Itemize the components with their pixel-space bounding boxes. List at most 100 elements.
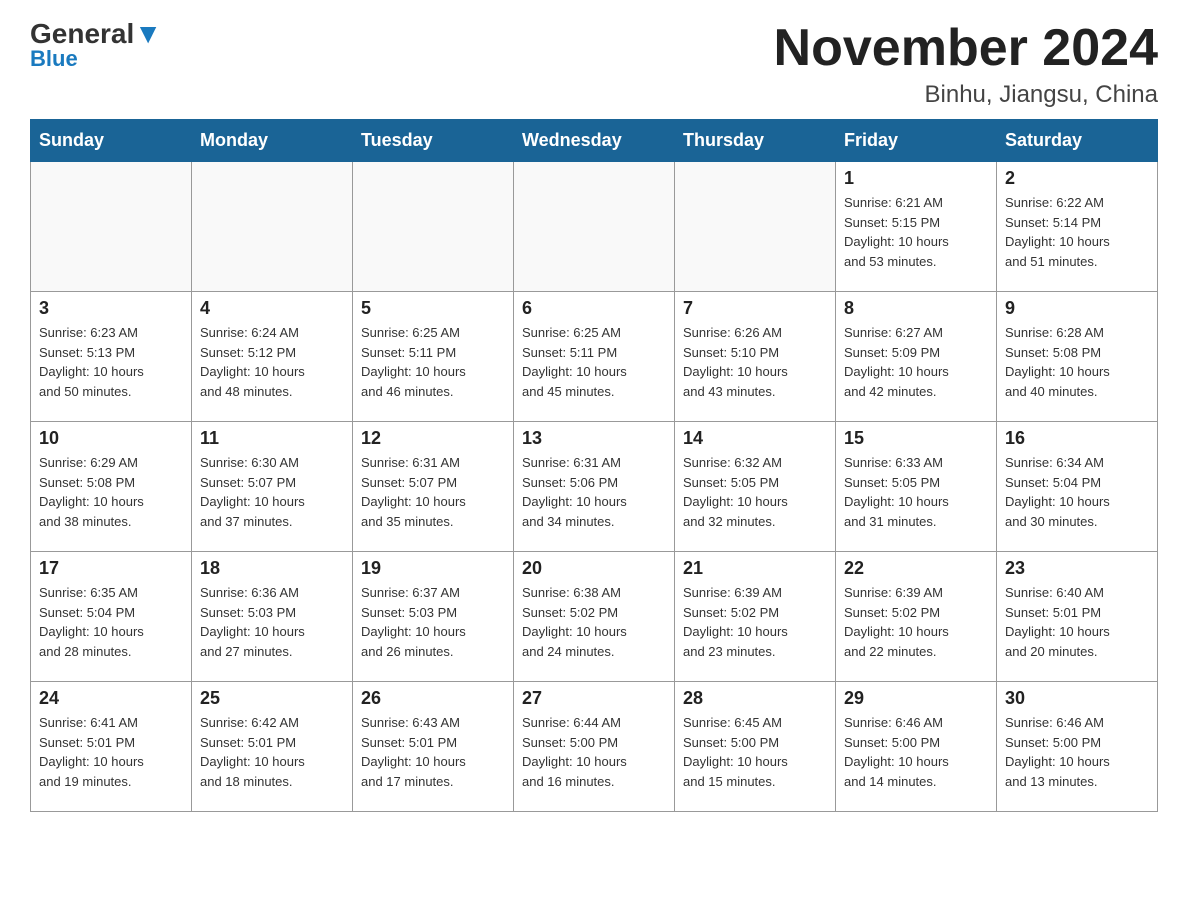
logo-arrow-icon: ▼ [134, 18, 162, 49]
col-monday: Monday [192, 120, 353, 162]
calendar-day-cell: 26 Sunrise: 6:43 AMSunset: 5:01 PMDayligh… [353, 682, 514, 812]
day-info: Sunrise: 6:38 AMSunset: 5:02 PMDaylight:… [522, 583, 666, 661]
day-info: Sunrise: 6:39 AMSunset: 5:02 PMDaylight:… [683, 583, 827, 661]
calendar-day-cell: 2Sunrise: 6:22 AMSunset: 5:14 PMDaylight… [997, 162, 1158, 292]
calendar-day-cell: 11 Sunrise: 6:30 AMSunset: 5:07 PMDayligh… [192, 422, 353, 552]
calendar-day-cell: 25 Sunrise: 6:42 AMSunset: 5:01 PMDayligh… [192, 682, 353, 812]
day-info: Sunrise: 6:27 AMSunset: 5:09 PMDaylight:… [844, 323, 988, 401]
day-info: Sunrise: 6:25 AMSunset: 5:11 PMDaylight:… [522, 323, 666, 401]
day-info: Sunrise: 6:36 AMSunset: 5:03 PMDaylight:… [200, 583, 344, 661]
day-number: 12 [361, 428, 505, 449]
calendar-day-cell: 9 Sunrise: 6:28 AMSunset: 5:08 PMDaylight… [997, 292, 1158, 422]
calendar-week-row: 17Sunrise: 6:35 AMSunset: 5:04 PMDayligh… [31, 552, 1158, 682]
col-friday: Friday [836, 120, 997, 162]
calendar-week-row: 24Sunrise: 6:41 AMSunset: 5:01 PMDayligh… [31, 682, 1158, 812]
day-number: 24 [39, 688, 183, 709]
day-info: Sunrise: 6:39 AMSunset: 5:02 PMDaylight:… [844, 583, 988, 661]
day-info: Sunrise: 6:42 AMSunset: 5:01 PMDaylight:… [200, 713, 344, 791]
col-wednesday: Wednesday [514, 120, 675, 162]
calendar-day-cell: 16Sunrise: 6:34 AMSunset: 5:04 PMDayligh… [997, 422, 1158, 552]
day-number: 15 [844, 428, 988, 449]
day-number: 18 [200, 558, 344, 579]
day-info: Sunrise: 6:24 AMSunset: 5:12 PMDaylight:… [200, 323, 344, 401]
calendar-week-row: 10Sunrise: 6:29 AMSunset: 5:08 PMDayligh… [31, 422, 1158, 552]
day-info: Sunrise: 6:46 AMSunset: 5:00 PMDaylight:… [844, 713, 988, 791]
day-info: Sunrise: 6:28 AMSunset: 5:08 PMDaylight:… [1005, 323, 1149, 401]
day-info: Sunrise: 6:29 AMSunset: 5:08 PMDaylight:… [39, 453, 183, 531]
day-number: 30 [1005, 688, 1149, 709]
calendar-day-cell: 8 Sunrise: 6:27 AMSunset: 5:09 PMDaylight… [836, 292, 997, 422]
calendar-day-cell [192, 162, 353, 292]
logo-general-text: General▼ [30, 20, 162, 48]
day-info: Sunrise: 6:35 AMSunset: 5:04 PMDaylight:… [39, 583, 183, 661]
day-number: 14 [683, 428, 827, 449]
calendar-week-row: 3 Sunrise: 6:23 AMSunset: 5:13 PMDaylight… [31, 292, 1158, 422]
day-number: 27 [522, 688, 666, 709]
day-number: 25 [200, 688, 344, 709]
day-info: Sunrise: 6:32 AMSunset: 5:05 PMDaylight:… [683, 453, 827, 531]
calendar-day-cell: 17Sunrise: 6:35 AMSunset: 5:04 PMDayligh… [31, 552, 192, 682]
day-info: Sunrise: 6:44 AMSunset: 5:00 PMDaylight:… [522, 713, 666, 791]
calendar-day-cell: 24Sunrise: 6:41 AMSunset: 5:01 PMDayligh… [31, 682, 192, 812]
calendar-day-cell: 4 Sunrise: 6:24 AMSunset: 5:12 PMDaylight… [192, 292, 353, 422]
calendar-day-cell: 12 Sunrise: 6:31 AMSunset: 5:07 PMDayligh… [353, 422, 514, 552]
day-number: 9 [1005, 298, 1149, 319]
calendar-day-cell: 28Sunrise: 6:45 AMSunset: 5:00 PMDayligh… [675, 682, 836, 812]
day-number: 3 [39, 298, 183, 319]
calendar-table: Sunday Monday Tuesday Wednesday Thursday… [30, 119, 1158, 812]
day-number: 23 [1005, 558, 1149, 579]
calendar-day-cell: 27 Sunrise: 6:44 AMSunset: 5:00 PMDayligh… [514, 682, 675, 812]
day-info: Sunrise: 6:46 AMSunset: 5:00 PMDaylight:… [1005, 713, 1149, 791]
day-number: 21 [683, 558, 827, 579]
calendar-day-cell: 5 Sunrise: 6:25 AMSunset: 5:11 PMDaylight… [353, 292, 514, 422]
calendar-day-cell [514, 162, 675, 292]
day-number: 1 [844, 168, 988, 189]
day-info: Sunrise: 6:30 AMSunset: 5:07 PMDaylight:… [200, 453, 344, 531]
page-header: General▼ Blue November 2024 Binhu, Jiang… [30, 20, 1158, 109]
col-sunday: Sunday [31, 120, 192, 162]
calendar-day-cell [675, 162, 836, 292]
calendar-day-cell: 1Sunrise: 6:21 AMSunset: 5:15 PMDaylight… [836, 162, 997, 292]
day-number: 4 [200, 298, 344, 319]
day-number: 28 [683, 688, 827, 709]
calendar-day-cell: 3 Sunrise: 6:23 AMSunset: 5:13 PMDaylight… [31, 292, 192, 422]
title-block: November 2024 Binhu, Jiangsu, China [774, 20, 1158, 109]
day-number: 11 [200, 428, 344, 449]
calendar-day-cell [31, 162, 192, 292]
day-info: Sunrise: 6:34 AMSunset: 5:04 PMDaylight:… [1005, 453, 1149, 531]
day-number: 26 [361, 688, 505, 709]
calendar-header-row: Sunday Monday Tuesday Wednesday Thursday… [31, 120, 1158, 162]
calendar-day-cell [353, 162, 514, 292]
calendar-week-row: 1Sunrise: 6:21 AMSunset: 5:15 PMDaylight… [31, 162, 1158, 292]
day-info: Sunrise: 6:31 AMSunset: 5:07 PMDaylight:… [361, 453, 505, 531]
calendar-day-cell: 22 Sunrise: 6:39 AMSunset: 5:02 PMDayligh… [836, 552, 997, 682]
col-thursday: Thursday [675, 120, 836, 162]
calendar-day-cell: 30 Sunrise: 6:46 AMSunset: 5:00 PMDayligh… [997, 682, 1158, 812]
logo-blue-text: Blue [30, 46, 78, 72]
logo: General▼ Blue [30, 20, 162, 72]
day-info: Sunrise: 6:25 AMSunset: 5:11 PMDaylight:… [361, 323, 505, 401]
calendar-day-cell: 29 Sunrise: 6:46 AMSunset: 5:00 PMDayligh… [836, 682, 997, 812]
day-number: 2 [1005, 168, 1149, 189]
day-info: Sunrise: 6:26 AMSunset: 5:10 PMDaylight:… [683, 323, 827, 401]
day-number: 7 [683, 298, 827, 319]
day-info: Sunrise: 6:40 AMSunset: 5:01 PMDaylight:… [1005, 583, 1149, 661]
day-info: Sunrise: 6:33 AMSunset: 5:05 PMDaylight:… [844, 453, 988, 531]
day-info: Sunrise: 6:23 AMSunset: 5:13 PMDaylight:… [39, 323, 183, 401]
calendar-day-cell: 7 Sunrise: 6:26 AMSunset: 5:10 PMDaylight… [675, 292, 836, 422]
day-number: 22 [844, 558, 988, 579]
day-info: Sunrise: 6:43 AMSunset: 5:01 PMDaylight:… [361, 713, 505, 791]
col-saturday: Saturday [997, 120, 1158, 162]
day-number: 29 [844, 688, 988, 709]
calendar-day-cell: 19 Sunrise: 6:37 AMSunset: 5:03 PMDayligh… [353, 552, 514, 682]
calendar-day-cell: 23 Sunrise: 6:40 AMSunset: 5:01 PMDayligh… [997, 552, 1158, 682]
calendar-day-cell: 15 Sunrise: 6:33 AMSunset: 5:05 PMDayligh… [836, 422, 997, 552]
day-info: Sunrise: 6:37 AMSunset: 5:03 PMDaylight:… [361, 583, 505, 661]
day-number: 6 [522, 298, 666, 319]
day-number: 8 [844, 298, 988, 319]
day-number: 5 [361, 298, 505, 319]
day-number: 13 [522, 428, 666, 449]
calendar-day-cell: 13Sunrise: 6:31 AMSunset: 5:06 PMDayligh… [514, 422, 675, 552]
location-title: Binhu, Jiangsu, China [774, 81, 1158, 109]
day-number: 19 [361, 558, 505, 579]
